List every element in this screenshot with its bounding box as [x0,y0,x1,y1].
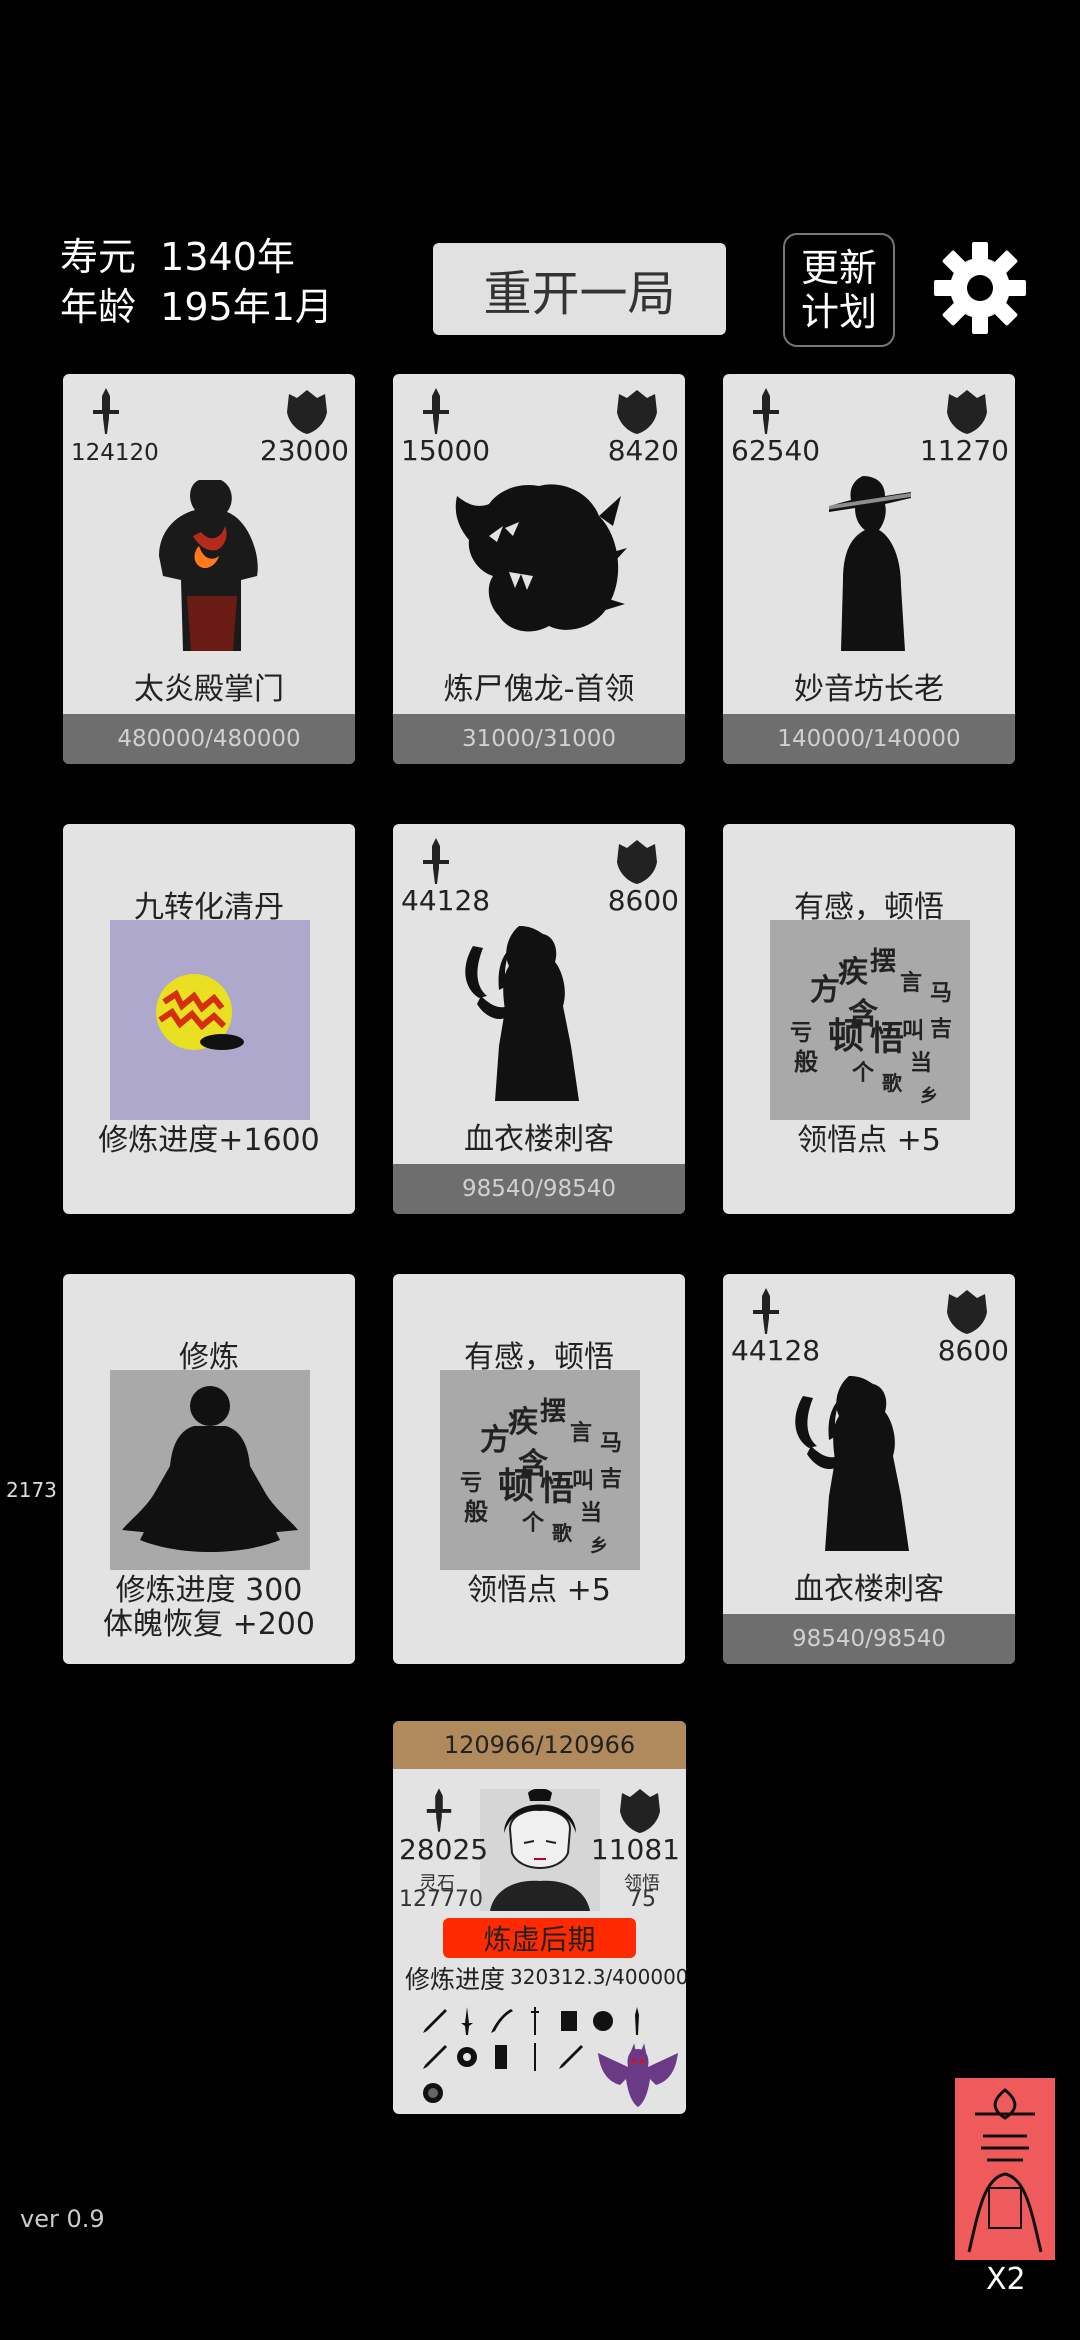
sword-item-icon[interactable] [419,2007,447,2035]
shield-icon [615,388,659,434]
orb-item-icon[interactable] [419,2079,447,2107]
sword-icon [89,388,123,434]
defense-value: 8420 [607,434,679,467]
action-card-cultivate[interactable]: 修炼 修炼进度 300 体魄恢复 +200 [63,1274,355,1664]
item-card-pill[interactable]: 九转化清丹 修炼进度+1600 [63,824,355,1214]
shield-icon [615,838,659,884]
pill-image [110,920,310,1120]
attack-value: 124120 [71,440,159,466]
sword-icon [749,1288,783,1334]
enemy-card-corpse-dragon[interactable]: 15000 8420 炼尸傀龙-首领 31000/31000 [393,374,685,764]
player-attack: 28025 [399,1833,489,1866]
body-recovery-gain: 体魄恢复 +200 [103,1607,315,1642]
meditation-icon [110,1370,310,1570]
lifespan-text: 寿元 1340年 [60,235,295,279]
dagger-item-icon[interactable] [453,2007,481,2035]
shield-icon [945,388,989,434]
enemy-card-miaoyin-elder[interactable]: 62540 11270 妙音坊长老 140000/140000 [723,374,1015,764]
player-hp-bar: 120966/120966 [393,1721,686,1769]
flame-master-portrait [129,476,289,651]
talisman-button[interactable] [955,2078,1055,2260]
defense-value: 8600 [937,1334,1009,1367]
assassin-portrait [459,926,619,1101]
hp-bar: 31000/31000 [393,714,685,764]
defense-value: 23000 [259,434,349,467]
defense-value: 8600 [607,884,679,917]
needle-item-icon[interactable] [521,2043,549,2071]
insight-value: 75 [628,1887,656,1912]
shield-icon [285,388,329,434]
multiplier-label: X2 [986,2262,1026,2297]
talisman-icon [967,2088,1043,2253]
player-card[interactable]: 120966/120966 28025 11081 灵石 127770 领悟 7… [393,1721,686,2114]
card-name: 太炎殿掌门 [134,672,284,707]
elder-portrait [789,476,949,651]
attack-value: 62540 [731,434,821,467]
enemy-card-assassin-2[interactable]: 44128 8600 血衣楼刺客 98540/98540 [723,1274,1015,1664]
hp-bar: 480000/480000 [63,714,355,764]
attack-value: 44128 [401,884,491,917]
age-text: 年龄 195年1月 [60,285,333,329]
ring-item-icon[interactable] [453,2043,481,2071]
cultivation-progress-gain: 修炼进度 300 [115,1573,303,1608]
sword-item-icon[interactable] [419,2043,447,2071]
card-name: 妙音坊长老 [794,672,944,707]
pill-icon [110,920,310,1120]
sword-icon [419,388,453,434]
card-name: 炼尸傀龙-首领 [443,672,635,707]
progress-value: 320312.3/400000 [510,1965,686,1989]
update-plan-label-1: 更新 [800,246,877,290]
card-desc: 领悟点 +5 [797,1123,941,1158]
sword-icon [749,388,783,434]
dragon-portrait [449,476,629,651]
life-stats: 寿元 1340年 年龄 195年1月 [60,232,333,332]
version-label: ver 0.9 [20,2205,105,2233]
player-defense: 11081 [590,1833,680,1866]
restart-button[interactable]: 重开一局 [433,243,726,335]
bat-pet-icon [590,2029,686,2109]
insight-image [770,920,970,1120]
hp-bar: 98540/98540 [393,1164,685,1214]
hp-bar: 98540/98540 [723,1614,1015,1664]
gear-icon[interactable] [930,238,1030,338]
armor-item-icon[interactable] [555,2007,583,2035]
meditate-image [110,1370,310,1570]
card-desc: 修炼进度 300 体魄恢复 +200 [63,1574,355,1642]
side-counter: 2173 [6,1478,57,1502]
player-avatar [480,1789,600,1911]
sword-icon [419,838,453,884]
update-plan-button[interactable]: 更新 计划 [783,233,895,347]
blade-item-icon[interactable] [487,2007,515,2035]
card-name: 血衣楼刺客 [464,1122,614,1157]
staff-item-icon[interactable] [521,2007,549,2035]
spirit-stone-value: 127770 [399,1887,483,1912]
assassin-portrait [789,1376,949,1551]
defense-value: 11270 [919,434,1009,467]
event-card-insight-2[interactable]: 有感，顿悟 领悟点 +5 [393,1274,685,1664]
shield-icon [618,1787,662,1833]
hp-bar: 140000/140000 [723,714,1015,764]
card-desc: 修炼进度+1600 [98,1123,320,1158]
realm-badge: 炼虚后期 [443,1918,636,1958]
attack-value: 44128 [731,1334,821,1367]
glyph-swirl-icon [440,1370,640,1570]
update-plan-label-2: 计划 [800,290,877,334]
progress-label: 修炼进度 [405,1965,506,1994]
card-name: 血衣楼刺客 [794,1572,944,1607]
scroll-item-icon[interactable] [487,2043,515,2071]
shield-icon [945,1288,989,1334]
enemy-card-taiyan-master[interactable]: 124120 23000 太炎殿掌门 480000/480000 [63,374,355,764]
glyph-swirl-icon [770,920,970,1120]
insight-image [440,1370,640,1570]
sword-icon [423,1787,455,1833]
enemy-card-assassin[interactable]: 44128 8600 血衣楼刺客 98540/98540 [393,824,685,1214]
sword-item-icon[interactable] [555,2043,583,2071]
attack-value: 15000 [401,434,491,467]
card-desc: 领悟点 +5 [467,1573,611,1608]
event-card-insight[interactable]: 有感，顿悟 领悟点 +5 [723,824,1015,1214]
